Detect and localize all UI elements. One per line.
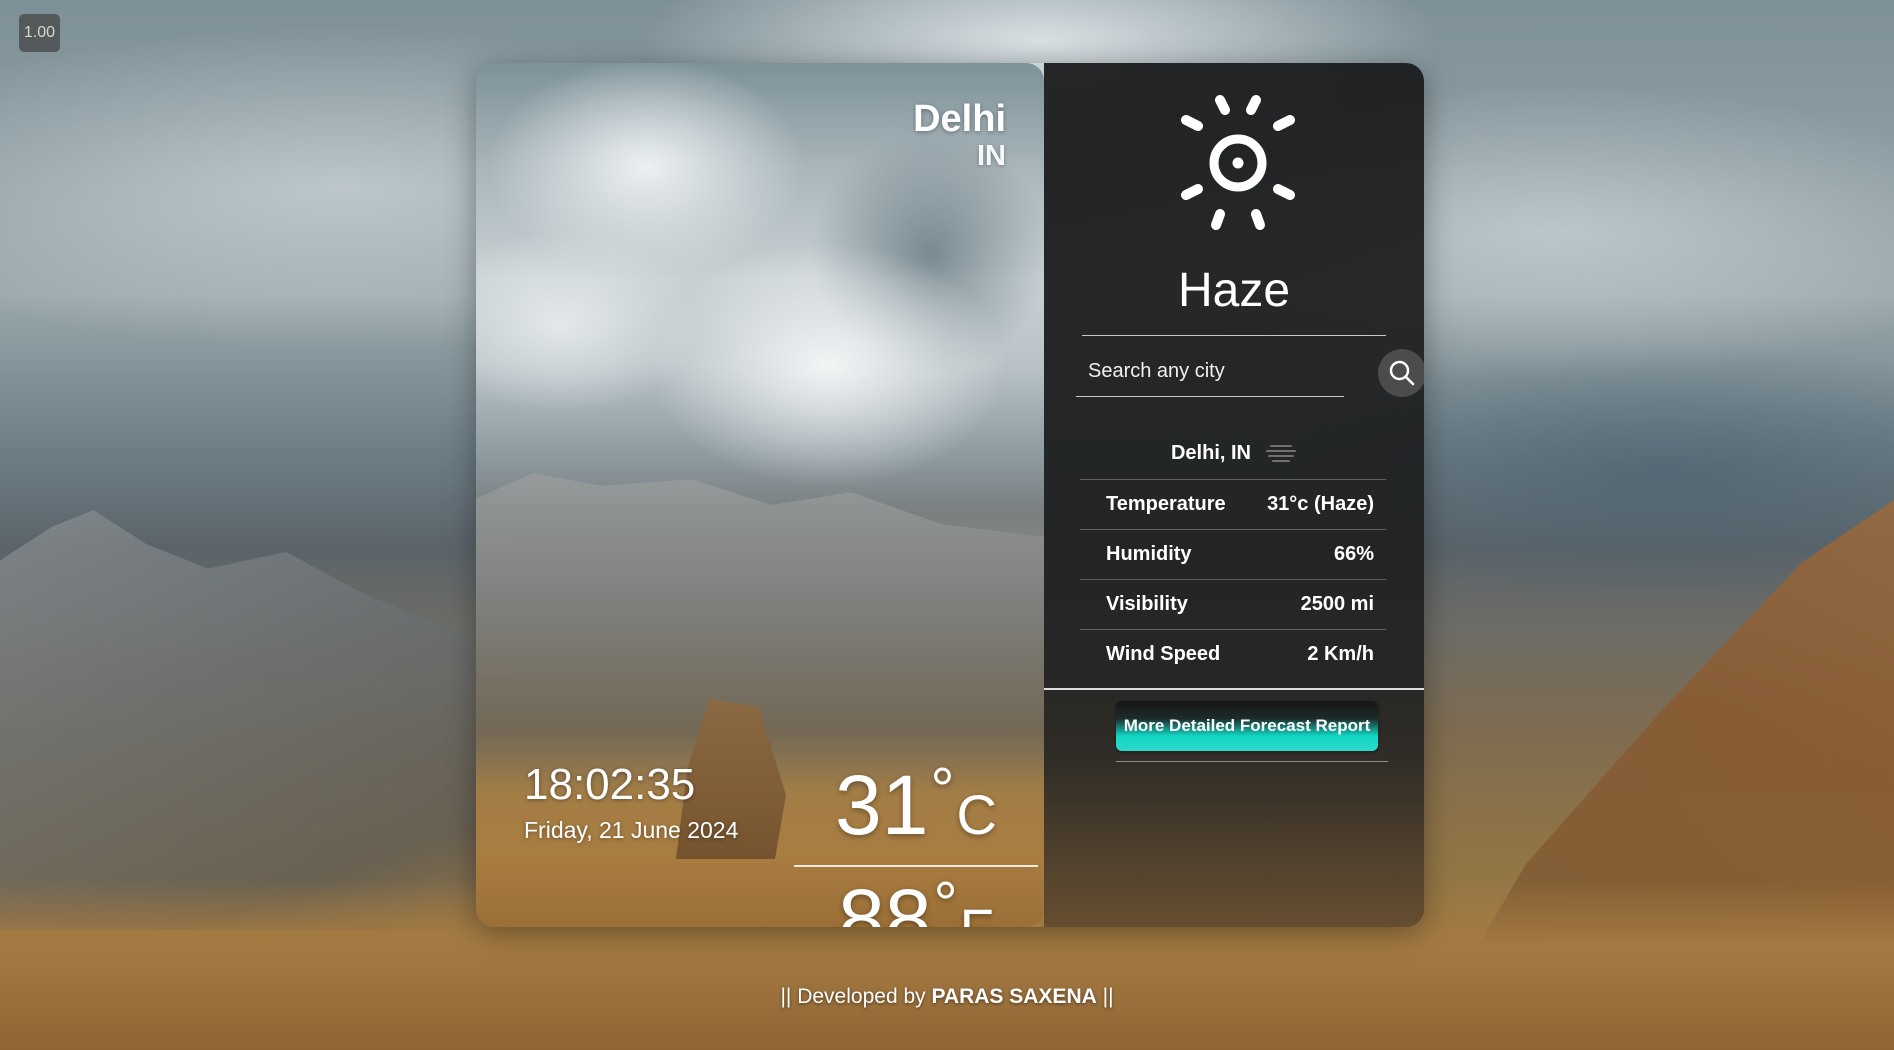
sun-icon [1181, 95, 1295, 230]
celsius-value: 31 [835, 758, 929, 852]
location-label: Delhi, IN [1170, 441, 1251, 464]
panel-ground [1044, 767, 1424, 927]
detailed-forecast-button[interactable]: More Detailed Forecast Report [1116, 701, 1378, 751]
detail-label: Visibility [1106, 593, 1188, 615]
temperature-fahrenheit: 88 ° F [794, 869, 1038, 927]
divider [1044, 688, 1424, 690]
weather-right-panel: Haze Delhi, IN [1044, 63, 1424, 927]
detail-row-temperature: Temperature 31°c (Haze) [1080, 479, 1386, 529]
search-button[interactable] [1378, 349, 1424, 397]
detail-row-humidity: Humidity 66% [1080, 529, 1386, 579]
weather-card: Delhi IN 18:02:35 Friday, 21 June 2024 3… [476, 63, 1424, 927]
current-date: Friday, 21 June 2024 [524, 817, 739, 843]
city-search-input[interactable] [1076, 347, 1344, 397]
weather-condition: Haze [1177, 264, 1291, 317]
weather-left-panel: Delhi IN 18:02:35 Friday, 21 June 2024 3… [476, 63, 1044, 927]
celsius-degree: ° [930, 756, 955, 823]
footer-credit: || Developed by PARAS SAXENA || [0, 985, 1894, 1009]
country-code: IN [977, 140, 1006, 172]
detail-row-visibility: Visibility 2500 mi [1080, 579, 1386, 629]
search-bar [1076, 343, 1424, 403]
divider [1082, 335, 1386, 336]
temperature-celsius: 31 ° C [794, 755, 1038, 867]
detail-label: Temperature [1106, 493, 1226, 515]
search-icon [1389, 360, 1415, 386]
fahrenheit-value: 88 [838, 872, 932, 927]
clock-block: 18:02:35 Friday, 21 June 2024 [524, 759, 738, 845]
celsius-unit: C [956, 783, 997, 846]
weather-details: Temperature 31°c (Haze) Humidity 66% Vis… [1080, 479, 1386, 679]
haze-icon [1266, 445, 1296, 462]
detail-value: 31°c (Haze) [1267, 493, 1374, 515]
background-mountains-left [0, 510, 520, 930]
detail-value: 2 Km/h [1307, 643, 1374, 665]
detail-label: Wind Speed [1106, 643, 1221, 665]
detail-row-wind-speed: Wind Speed 2 Km/h [1080, 629, 1386, 679]
temperature-block: 31 ° C 88 ° F [794, 755, 1038, 927]
city-block: Delhi IN [913, 97, 1006, 171]
footer-author: PARAS SAXENA [931, 985, 1097, 1008]
zoom-level-badge: 1.00 [19, 14, 60, 52]
detail-value: 2500 mi [1300, 593, 1374, 615]
detail-label: Humidity [1106, 543, 1192, 565]
fahrenheit-degree: ° [933, 870, 958, 927]
divider [1116, 761, 1388, 762]
current-time: 18:02:35 [524, 760, 696, 809]
location-row: Delhi, IN [1044, 431, 1424, 475]
detail-value: 66% [1333, 543, 1374, 565]
fahrenheit-unit: F [960, 896, 994, 927]
footer-prefix: || Developed by [780, 985, 932, 1008]
footer-suffix: || [1096, 985, 1114, 1008]
city-name: Delhi [913, 98, 1006, 140]
